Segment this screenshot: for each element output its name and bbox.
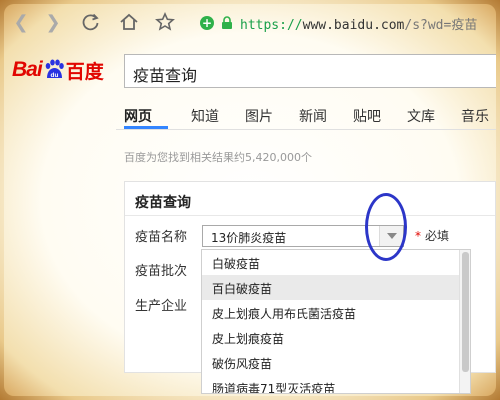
dropdown-scrollbar[interactable] bbox=[459, 250, 470, 393]
bookmark-star-icon[interactable] bbox=[154, 12, 176, 32]
logo-du: du bbox=[50, 72, 58, 79]
card-title: 疫苗查询 bbox=[135, 195, 191, 211]
tab-wenku[interactable]: 文库 bbox=[407, 106, 435, 126]
logo-chinese: 百度 bbox=[65, 60, 104, 83]
search-input[interactable]: 疫苗查询 bbox=[124, 54, 496, 88]
required-text: 必填 bbox=[425, 229, 450, 243]
baidu-logo[interactable]: Bai du 百度 bbox=[12, 56, 116, 84]
back-icon[interactable]: ❮ bbox=[12, 12, 30, 33]
paw-icon: du bbox=[45, 59, 64, 79]
required-note: * 必填 bbox=[415, 227, 449, 244]
dropdown-option[interactable]: 白破疫苗 bbox=[202, 250, 459, 275]
dropdown-option[interactable]: 皮上划痕人用布氏菌活疫苗 bbox=[202, 300, 459, 325]
dropdown-option[interactable]: 破伤风疫苗 bbox=[202, 350, 459, 375]
browser-toolbar: ❮ ❯ + https://www.baidu.com/s?wd=疫苗 bbox=[4, 4, 496, 38]
card-divider bbox=[125, 215, 495, 216]
paper-frame: ❮ ❯ + https://www.baidu.com/s?wd=疫苗 Bai bbox=[0, 0, 500, 400]
url-text: https://www.baidu.com/s?wd=疫苗 bbox=[240, 17, 478, 33]
annotation-circle bbox=[365, 193, 407, 261]
tab-tieba[interactable]: 贴吧 bbox=[353, 106, 381, 126]
vaccine-name-label: 疫苗名称 bbox=[135, 230, 188, 245]
tab-zhidao[interactable]: 知道 bbox=[191, 106, 219, 126]
lock-icon bbox=[222, 16, 232, 29]
vaccine-dropdown-list[interactable]: 白破疫苗 百白破疫苗 皮上划痕人用布氏菌活疫苗 皮上划痕疫苗 破伤风疫苗 肠道病… bbox=[201, 249, 471, 394]
next-result-text: ▁ ▁ ▁ ▁ ▁ ▁ bbox=[124, 387, 193, 396]
home-icon[interactable] bbox=[118, 12, 140, 32]
scrollbar-thumb[interactable] bbox=[462, 252, 469, 372]
dropdown-option[interactable]: 百白破疫苗 bbox=[202, 275, 459, 300]
vaccine-batch-label: 疫苗批次 bbox=[135, 264, 188, 279]
result-count: 百度为您找到相关结果约5,420,000个 bbox=[124, 151, 312, 164]
tab-images[interactable]: 图片 bbox=[245, 106, 273, 126]
tabs-divider bbox=[116, 129, 496, 130]
logo-text: Bai bbox=[12, 58, 43, 81]
manufacturer-label: 生产企业 bbox=[135, 299, 188, 314]
required-star: * bbox=[415, 229, 421, 243]
tab-music[interactable]: 音乐 bbox=[461, 106, 489, 126]
dropdown-option[interactable]: 肠道病毒71型灭活疫苗 bbox=[202, 375, 459, 393]
add-icon[interactable]: + bbox=[200, 16, 214, 30]
tab-web[interactable]: 网页 bbox=[124, 106, 152, 126]
dropdown-option[interactable]: 皮上划痕疫苗 bbox=[202, 325, 459, 350]
forward-icon[interactable]: ❯ bbox=[44, 12, 62, 33]
tab-news[interactable]: 新闻 bbox=[299, 106, 327, 126]
address-bar[interactable]: + https://www.baidu.com/s?wd=疫苗 bbox=[200, 12, 496, 34]
reload-icon[interactable] bbox=[80, 12, 102, 32]
screenshot-area: ❮ ❯ + https://www.baidu.com/s?wd=疫苗 Bai bbox=[4, 4, 496, 396]
